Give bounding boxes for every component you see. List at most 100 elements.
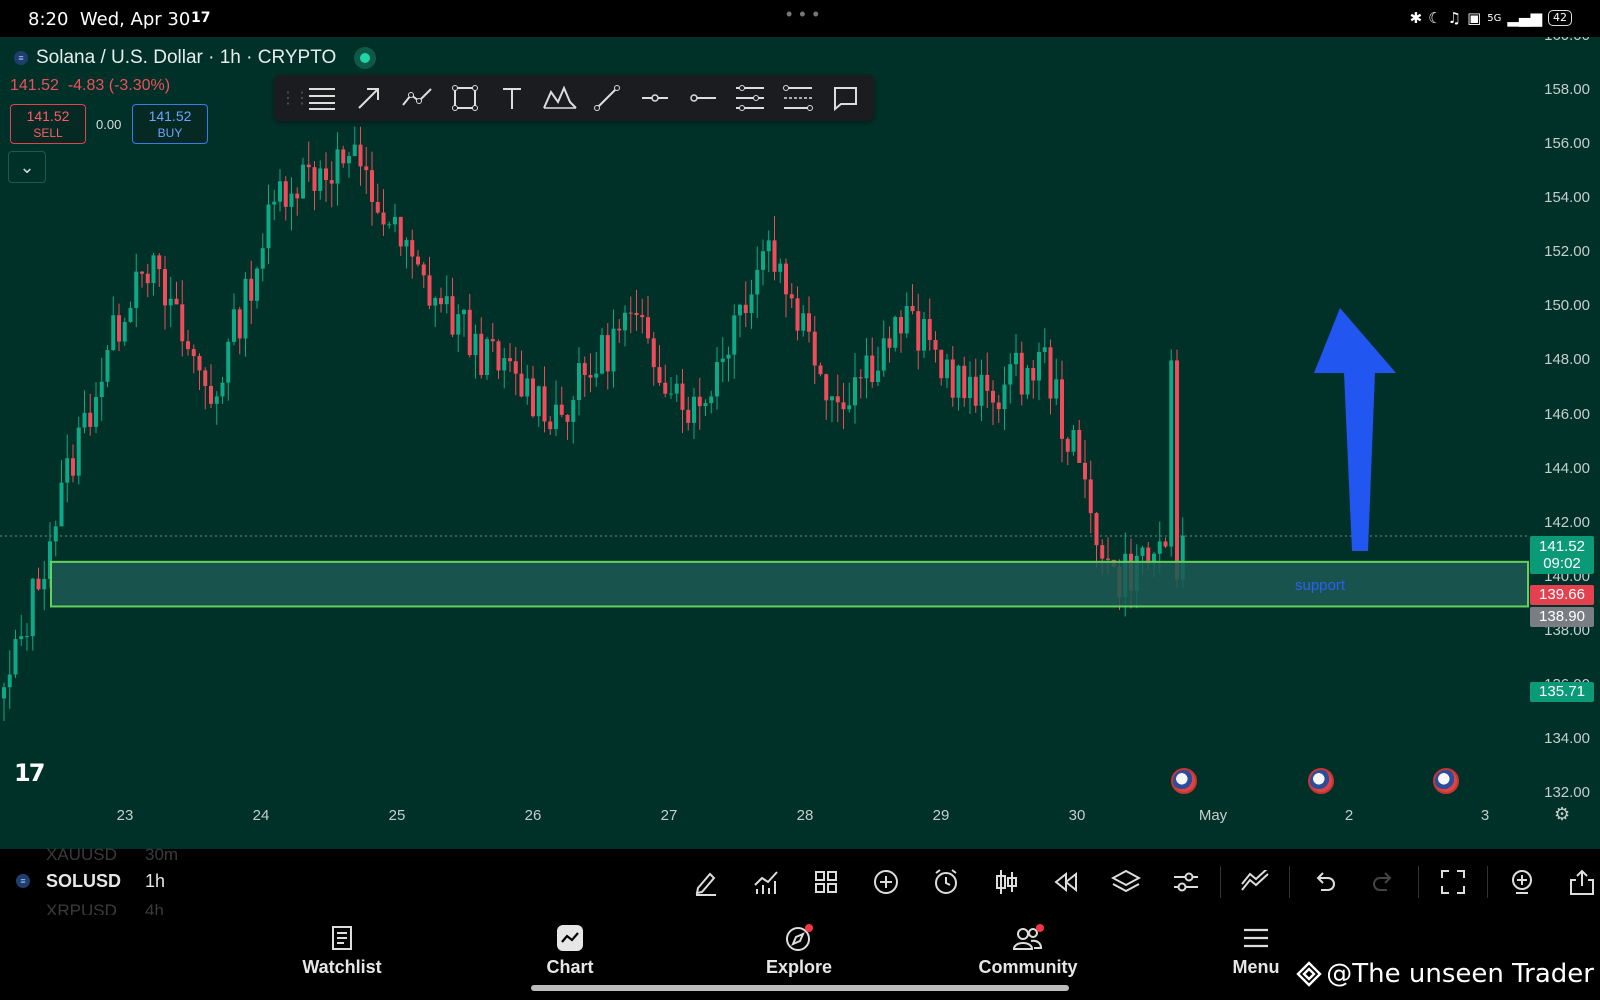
layouts-icon[interactable] [796, 861, 856, 903]
drawing-toolbar: ⋮⋮ [274, 75, 874, 121]
nav-community[interactable]: Community [958, 923, 1098, 978]
layers-icon[interactable] [1096, 861, 1156, 903]
tradingview-logo: 17 [14, 759, 45, 787]
share-icon[interactable] [1552, 861, 1600, 903]
undo-icon[interactable] [1294, 861, 1354, 903]
us-flag-event-icon[interactable] [1171, 768, 1197, 794]
sell-button[interactable]: 141.52 SELL [10, 104, 86, 144]
candle-body [686, 409, 691, 423]
time-axis-label: May [1198, 807, 1228, 824]
candle-body [605, 335, 610, 372]
chevron-down-icon[interactable]: ⌄ [8, 151, 46, 183]
candle-body [628, 312, 633, 314]
arrow-icon[interactable] [346, 75, 394, 121]
fullscreen-icon[interactable] [1423, 861, 1483, 903]
pattern-icon[interactable] [536, 75, 584, 121]
candle-body [364, 166, 369, 171]
chart-pane[interactable]: ≡ Solana / U.S. Dollar · 1h · CRYPTO 141… [0, 37, 1600, 849]
status-bar: 8:20 Wed, Apr 30 17 • • • ✱ ☾ ♫ ▣ 5G ▂▄▆… [0, 0, 1600, 37]
indicators-icon[interactable] [736, 861, 796, 903]
pen-icon[interactable] [676, 861, 736, 903]
alert-icon[interactable] [916, 861, 976, 903]
candle-body [772, 240, 777, 272]
candle-body [1094, 513, 1099, 546]
home-indicator[interactable] [531, 985, 1069, 991]
candle-body [531, 378, 535, 417]
trend-lines-icon[interactable] [298, 75, 346, 121]
moon-icon: ☾ [1428, 9, 1442, 27]
battery-icon: 42 [1548, 10, 1572, 26]
candle-body [657, 367, 662, 383]
fib-icon[interactable] [726, 75, 774, 121]
candle-body [490, 339, 495, 342]
candle-body [301, 164, 305, 199]
us-flag-event-icon[interactable] [1433, 768, 1459, 794]
current-symbol[interactable]: SOLUSD [46, 871, 121, 892]
candle-body [387, 224, 392, 226]
candle-body [830, 396, 834, 401]
replay-icon[interactable] [1036, 861, 1096, 903]
candle-body [439, 298, 443, 305]
interval-picker-item[interactable]: 30m [145, 845, 178, 865]
status-time: 8:20 Wed, Apr 30 [28, 9, 191, 30]
line-icon[interactable] [584, 75, 632, 121]
time-axis-label: 27 [660, 807, 678, 824]
buy-button[interactable]: 141.52 BUY [132, 104, 208, 144]
candle-body [922, 319, 926, 351]
parallel-channel-icon[interactable] [774, 75, 822, 121]
path-icon[interactable] [393, 75, 441, 121]
time-axis-label: 24 [252, 807, 270, 824]
price-axis-label: 160.00 [1544, 37, 1590, 44]
candle-body [450, 296, 455, 335]
nav-watchlist[interactable]: Watchlist [272, 923, 412, 978]
candle-body [128, 307, 133, 322]
redo-icon[interactable] [1354, 861, 1414, 903]
candle-type-icon[interactable] [976, 861, 1036, 903]
tradingview-status-icon: 17 [191, 10, 211, 26]
toolbar-divider [1289, 866, 1290, 898]
candle-body [1169, 360, 1174, 547]
candle-body [381, 212, 386, 225]
solana-icon: ≡ [16, 874, 30, 888]
price-chart[interactable] [0, 37, 1600, 849]
rectangle-icon[interactable] [441, 75, 489, 121]
candle-body [13, 639, 18, 675]
candle-body [496, 341, 501, 371]
watchlist-icon [272, 923, 412, 953]
candle-body [76, 427, 81, 476]
settings-sliders-icon[interactable] [1156, 861, 1216, 903]
symbol-title[interactable]: ≡ Solana / U.S. Dollar · 1h · CRYPTO [14, 47, 377, 69]
time-axis-label: 3 [1480, 807, 1490, 824]
candle-body [393, 216, 397, 225]
market-open-icon [354, 47, 377, 69]
candle-body [784, 263, 788, 295]
candle-body [565, 414, 570, 422]
drag-handle-icon[interactable]: ⋮⋮ [280, 88, 310, 108]
gear-icon[interactable]: ⚙ [1554, 804, 1570, 825]
candle-body [174, 298, 179, 305]
nav-explore[interactable]: Explore [729, 923, 869, 978]
comment-icon[interactable] [822, 75, 870, 121]
nav-chart[interactable]: Chart [500, 923, 640, 978]
ray-icon[interactable] [631, 75, 679, 121]
up-arrow-drawing[interactable] [1314, 308, 1396, 551]
candle-body [404, 240, 409, 247]
support-label[interactable]: support [1295, 577, 1345, 594]
price-axis-label: 156.00 [1544, 135, 1590, 153]
us-flag-event-icon[interactable] [1308, 768, 1334, 794]
horizontal-line-icon[interactable] [679, 75, 727, 121]
time-axis-label: 30 [1068, 807, 1086, 824]
text-icon[interactable] [488, 75, 536, 121]
candle-body [812, 331, 817, 366]
candle-body [881, 338, 886, 371]
candle-body [916, 311, 921, 351]
candle-body [778, 263, 783, 272]
add-icon[interactable] [856, 861, 916, 903]
candles [2, 126, 1185, 721]
current-interval[interactable]: 1h [145, 871, 165, 892]
candle-body [168, 298, 173, 306]
symbol-picker-item[interactable]: XAUUSD [46, 845, 117, 865]
candle-body [973, 376, 978, 406]
add-symbol-icon[interactable] [1492, 861, 1552, 903]
trading-icon[interactable] [1225, 861, 1285, 903]
